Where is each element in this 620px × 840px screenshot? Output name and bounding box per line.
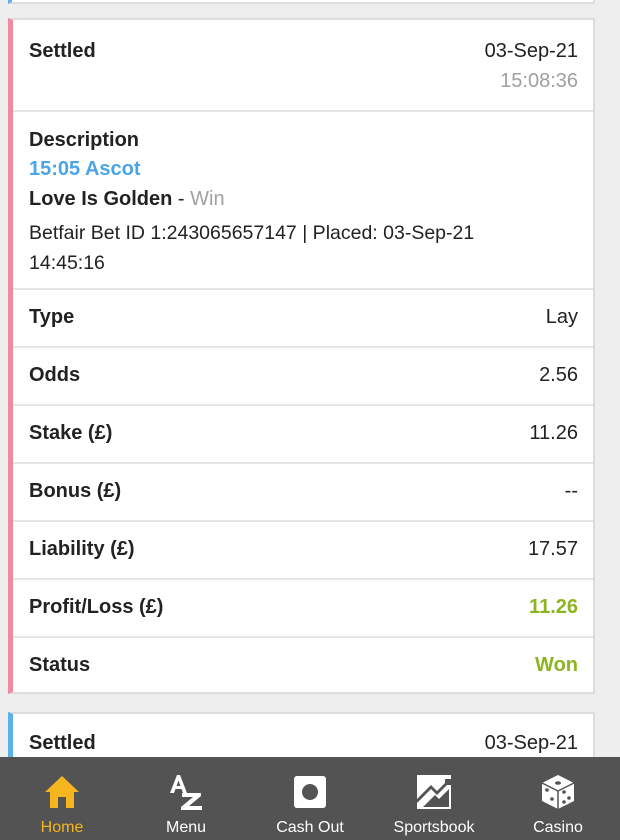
- previous-bet-card: [8, 0, 595, 4]
- row-label: Profit/Loss (£): [29, 596, 164, 618]
- bet-description: Description 15:05 Ascot Love Is Golden -…: [13, 112, 593, 290]
- row-label: Liability (£): [29, 538, 135, 560]
- az-icon: [170, 775, 202, 810]
- bottom-nav: Home Menu Cash Out Sportsbook Casino: [0, 757, 620, 840]
- nav-label: Casino: [533, 819, 583, 836]
- row-type: Type Lay: [13, 290, 593, 348]
- nav-home[interactable]: Home: [0, 757, 124, 840]
- bet-id-line: Betfair Bet ID 1:243065657147 | Placed: …: [29, 222, 475, 274]
- row-label: Status: [29, 654, 91, 676]
- market-name: Win: [190, 188, 225, 210]
- row-value: --: [564, 480, 578, 502]
- row-bonus: Bonus (£) --: [13, 464, 593, 522]
- row-value: 11.26: [529, 596, 578, 618]
- dice-icon: [541, 775, 575, 809]
- nav-label: Cash Out: [276, 819, 344, 836]
- bet-status-header: Settled: [29, 40, 96, 62]
- bet-header: Settled 03-Sep-21 15:08:36: [13, 20, 593, 112]
- event-link[interactable]: 15:05 Ascot: [29, 158, 141, 181]
- selection-name: Love Is Golden: [29, 188, 173, 210]
- row-stake: Stake (£) 11.26: [13, 406, 593, 464]
- row-value: 17.57: [527, 538, 578, 560]
- row-value: Lay: [545, 306, 578, 328]
- nav-casino[interactable]: Casino: [496, 757, 620, 840]
- row-label: Type: [29, 306, 75, 328]
- settled-date: 03-Sep-21: [484, 40, 578, 62]
- sportsbook-icon: [417, 775, 451, 809]
- row-profit-loss: Profit/Loss (£) 11.26: [13, 580, 593, 638]
- nav-cash-out[interactable]: Cash Out: [248, 757, 372, 840]
- selection-line: Love Is Golden - Win: [29, 188, 225, 211]
- row-status: Status Won: [13, 638, 593, 694]
- settled-date: 03-Sep-21: [484, 732, 578, 754]
- row-label: Bonus (£): [29, 480, 122, 502]
- row-value: 2.56: [539, 364, 578, 386]
- nav-menu[interactable]: Menu: [124, 757, 248, 840]
- nav-label: Menu: [165, 819, 207, 836]
- row-liability: Liability (£) 17.57: [13, 522, 593, 580]
- settled-time: 15:08:36: [500, 70, 578, 92]
- selection-separator: -: [172, 188, 191, 210]
- cash-out-icon: [294, 776, 326, 808]
- bet-status-header: Settled: [29, 732, 96, 754]
- row-value: Won: [535, 654, 578, 676]
- row-value: 11.26: [529, 422, 578, 444]
- row-odds: Odds 2.56: [13, 348, 593, 406]
- row-label: Stake (£): [29, 422, 113, 444]
- nav-sportsbook[interactable]: Sportsbook: [372, 757, 496, 840]
- description-label: Description: [29, 129, 140, 151]
- home-icon: [45, 776, 79, 808]
- nav-label: Home: [40, 819, 84, 836]
- row-label: Odds: [29, 364, 81, 386]
- nav-label: Sportsbook: [393, 819, 475, 836]
- bet-card: Settled 03-Sep-21 15:08:36 Description 1…: [8, 18, 595, 694]
